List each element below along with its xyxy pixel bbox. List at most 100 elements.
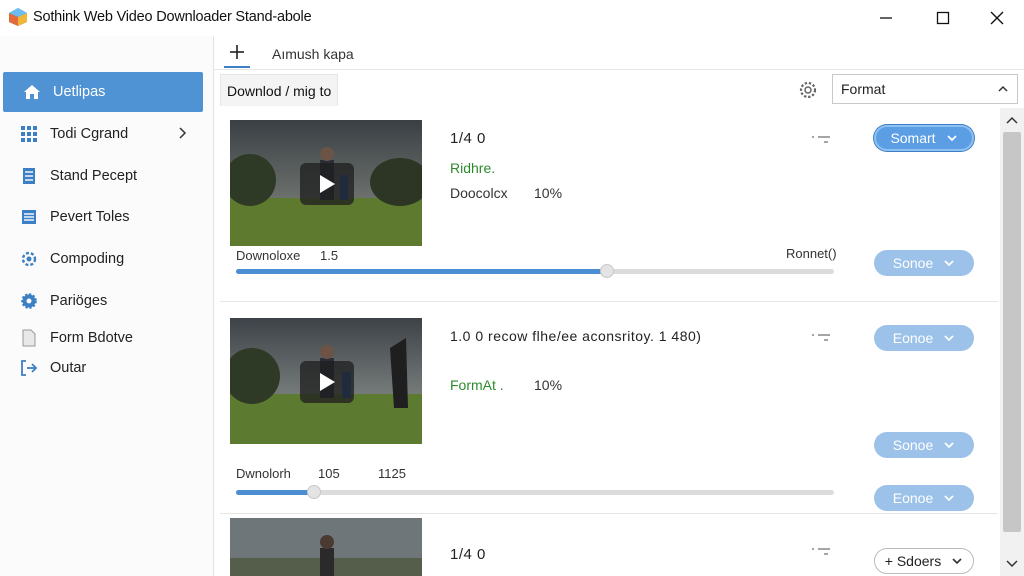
item-status: Ridhre. bbox=[450, 160, 496, 176]
thumbnail-image bbox=[230, 518, 422, 576]
right-label: Ronnet() bbox=[786, 246, 837, 261]
download-item: 1/4 0 Ridhre. Doocolcx 10% Somart Downol… bbox=[220, 108, 998, 302]
home-icon bbox=[23, 83, 41, 101]
item-detail-value: 10% bbox=[534, 377, 563, 393]
chevron-down-icon bbox=[944, 495, 954, 502]
somart-button[interactable]: Somart bbox=[874, 125, 974, 151]
scroll-down-icon[interactable] bbox=[1005, 558, 1019, 570]
chevron-down-icon bbox=[946, 135, 957, 142]
chevron-down-icon bbox=[952, 558, 962, 565]
sonoe-button[interactable]: Sonoe bbox=[874, 250, 974, 276]
download-value: 105 bbox=[318, 466, 340, 481]
progress-bar[interactable] bbox=[236, 264, 834, 278]
title-bar: Sothink Web Video Downloader Stand-abole bbox=[0, 0, 1024, 36]
app-logo-icon bbox=[9, 8, 27, 26]
maximize-icon bbox=[936, 11, 950, 25]
menu-icon[interactable] bbox=[810, 546, 832, 560]
document-icon bbox=[20, 167, 38, 185]
eonoe-button[interactable]: Eonoe bbox=[874, 485, 974, 511]
button-label: + Sdoers bbox=[884, 553, 942, 569]
menu-icon[interactable] bbox=[810, 332, 832, 346]
chevron-down-icon bbox=[944, 335, 954, 342]
item-detail-value: 10% bbox=[534, 185, 563, 201]
download-value: 1.5 bbox=[320, 248, 339, 263]
video-thumbnail[interactable] bbox=[230, 518, 422, 576]
gear-icon bbox=[20, 292, 38, 310]
sidebar-item-uetlipas[interactable]: Uetlipas bbox=[3, 72, 203, 112]
chevron-down-icon bbox=[944, 442, 954, 449]
progress-fill bbox=[236, 490, 314, 495]
download-item: 1/4 0 + Sdoers bbox=[220, 516, 998, 576]
video-thumbnail[interactable] bbox=[230, 318, 422, 444]
progress-fill bbox=[236, 269, 607, 274]
sidebar-item-parioges[interactable]: Pariöges bbox=[0, 281, 214, 321]
item-title: 1/4 0 bbox=[450, 546, 486, 563]
sidebar-item-pevert-toles[interactable]: Pevert Toles bbox=[0, 197, 214, 237]
tab-bar: Aımush kapa bbox=[214, 36, 1024, 70]
refresh-gear-icon bbox=[20, 250, 38, 268]
scrollbar[interactable] bbox=[1000, 108, 1024, 576]
sidebar-item-label: Pevert Toles bbox=[50, 209, 130, 225]
item-format: FormAt . bbox=[450, 377, 504, 393]
settings-icon[interactable] bbox=[798, 80, 818, 100]
progress-handle[interactable] bbox=[599, 264, 614, 278]
sidebar-item-outar[interactable]: Outar bbox=[0, 348, 214, 388]
close-button[interactable] bbox=[969, 0, 1024, 36]
sidebar: Uetlipas Todi Cgrand Stand Pecept Pevert… bbox=[0, 36, 214, 576]
button-label: Sonoe bbox=[892, 255, 934, 271]
sidebar-item-label: Pariöges bbox=[50, 293, 108, 309]
tab-current[interactable]: Aımush kapa bbox=[272, 46, 354, 62]
play-icon bbox=[320, 373, 335, 391]
download-label: Downoloxe bbox=[236, 248, 301, 263]
item-title: 1.0 0 recow flhe/ee aconsritoy. 1 480) bbox=[450, 328, 702, 344]
eonoe-button[interactable]: Eonoe bbox=[874, 325, 974, 351]
menu-icon[interactable] bbox=[810, 134, 832, 148]
sidebar-item-stand-pecept[interactable]: Stand Pecept bbox=[0, 156, 214, 196]
chevron-right-icon bbox=[179, 127, 187, 139]
minimize-button[interactable] bbox=[858, 0, 914, 36]
video-thumbnail[interactable] bbox=[230, 120, 422, 246]
chevron-down-icon bbox=[944, 260, 954, 267]
plus-icon bbox=[230, 45, 244, 59]
play-button[interactable] bbox=[300, 361, 354, 403]
sdoers-button[interactable]: + Sdoers bbox=[874, 548, 974, 574]
file-icon bbox=[20, 329, 38, 347]
minimize-icon bbox=[880, 17, 892, 19]
progress-handle[interactable] bbox=[306, 485, 321, 499]
button-label: Eonoe bbox=[892, 490, 934, 506]
download-total: 1125 bbox=[378, 466, 406, 481]
close-icon bbox=[990, 11, 1004, 25]
download-label: Dwnolorh bbox=[236, 466, 291, 481]
sidebar-item-label: Todi Cgrand bbox=[50, 126, 129, 142]
download-list: 1/4 0 Ridhre. Doocolcx 10% Somart Downol… bbox=[214, 108, 1000, 576]
exit-icon bbox=[20, 359, 38, 377]
item-title: 1/4 0 bbox=[450, 130, 486, 147]
maximize-button[interactable] bbox=[915, 0, 971, 36]
sidebar-item-label: Uetlipas bbox=[53, 84, 106, 100]
item-detail-label: Doocolcx bbox=[450, 185, 508, 201]
progress-bar[interactable] bbox=[236, 485, 834, 499]
window-title: Sothink Web Video Downloader Stand-abole bbox=[33, 9, 312, 25]
scroll-up-icon[interactable] bbox=[1005, 114, 1019, 126]
toolbar: Downlod / mig to Format bbox=[214, 70, 1024, 108]
play-button[interactable] bbox=[300, 163, 354, 205]
tab-download[interactable]: Downlod / mig to bbox=[220, 74, 339, 106]
sidebar-item-label: Compoding bbox=[50, 251, 125, 267]
sidebar-item-label: Outar bbox=[50, 360, 87, 376]
sidebar-item-label: Stand Pecept bbox=[50, 168, 138, 184]
download-item: 1.0 0 recow flhe/ee aconsritoy. 1 480) F… bbox=[220, 304, 998, 514]
format-select[interactable]: Format bbox=[832, 74, 1018, 104]
play-icon bbox=[320, 175, 335, 193]
chevron-up-icon bbox=[998, 85, 1008, 92]
list-icon bbox=[20, 208, 38, 226]
button-label: Somart bbox=[890, 130, 936, 146]
scroll-thumb[interactable] bbox=[1003, 132, 1021, 532]
button-label: Eonoe bbox=[892, 330, 934, 346]
sidebar-item-compoding[interactable]: Compoding bbox=[0, 239, 214, 279]
add-tab-button[interactable] bbox=[224, 38, 250, 68]
format-select-value: Format bbox=[841, 81, 886, 97]
sidebar-item-label: Form Bdotve bbox=[50, 330, 133, 346]
grid-icon bbox=[20, 125, 38, 143]
sonoe-button[interactable]: Sonoe bbox=[874, 432, 974, 458]
sidebar-item-todi-cgrand[interactable]: Todi Cgrand bbox=[0, 114, 214, 154]
